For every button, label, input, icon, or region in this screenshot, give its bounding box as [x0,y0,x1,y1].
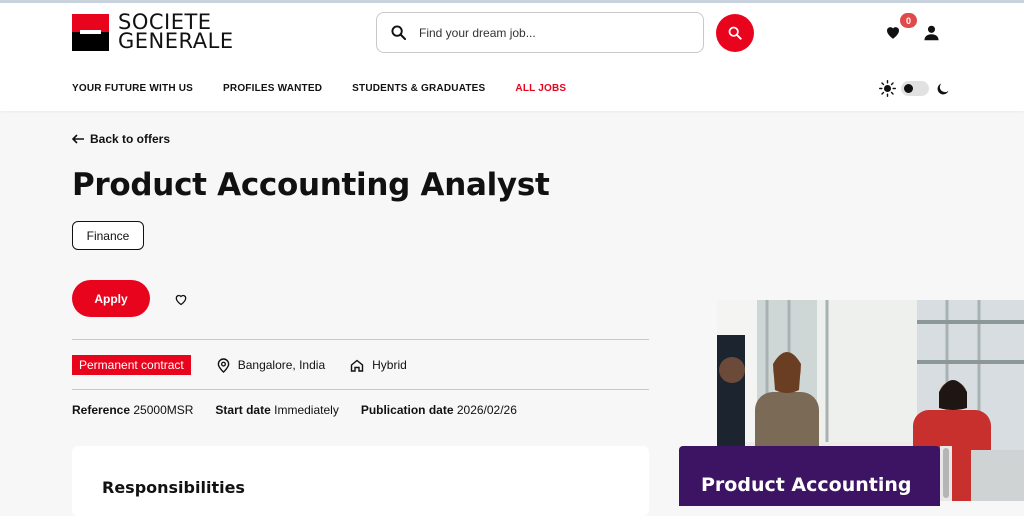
search-icon [728,26,742,40]
search-input[interactable] [419,25,679,40]
start-date: Start date Immediately [215,403,339,417]
back-to-offers-label: Back to offers [90,132,171,146]
nav-item-your-future[interactable]: YOUR FUTURE WITH US [72,83,193,94]
back-to-offers-link[interactable]: Back to offers [72,132,170,146]
brand-logo-mark [72,13,109,51]
nav-item-profiles-wanted[interactable]: PROFILES WANTED [223,83,322,94]
home-icon [350,359,364,372]
location-pin-icon [217,357,230,373]
work-mode: Hybrid [350,358,407,372]
promo-scrollbar[interactable] [940,446,952,501]
search-button[interactable] [716,14,754,52]
brand-logo-text: SOCIETE GENERALE [118,10,234,53]
promo-card: Product Accounting [679,446,940,506]
publication-date: Publication date 2026/02/26 [360,403,517,417]
nav-item-all-jobs[interactable]: ALL JOBS [515,83,566,94]
user-icon[interactable] [923,24,940,41]
contract-badge: Permanent contract [72,355,191,375]
favorites-heart-icon[interactable] [884,23,902,41]
moon-icon [937,83,949,95]
location-text: Bangalore, India [237,358,326,372]
nav-item-students-graduates[interactable]: STUDENTS & GRADUATES [352,83,485,94]
arrow-left-icon [72,134,84,144]
responsibilities-card: Responsibilities [72,446,649,516]
brand-logo[interactable]: SOCIETE GENERALE [72,10,234,53]
apply-button[interactable]: Apply [72,280,150,317]
promo-title: Product Accounting [701,474,912,496]
theme-toggle[interactable] [901,81,929,96]
main-nav: YOUR FUTURE WITH US PROFILES WANTED STUD… [72,83,596,94]
job-details-line: Reference 25000MSR Start date Immediatel… [72,403,539,417]
site-header: SOCIETE GENERALE 0 YOUR FUTURE WITH US P… [0,0,1024,111]
category-tag[interactable]: Finance [72,221,144,250]
responsibilities-heading: Responsibilities [102,478,245,497]
favorites-count-badge: 0 [900,13,917,28]
work-mode-text: Hybrid [372,358,407,372]
page-title: Product Accounting Analyst [72,167,550,203]
divider [72,339,649,340]
reference: Reference 25000MSR [72,403,194,417]
theme-switcher [879,80,951,97]
location: Bangalore, India [217,357,326,373]
search-icon [391,25,406,40]
divider [72,389,649,390]
search-field[interactable] [376,12,704,53]
job-meta: Permanent contract Bangalore, India Hybr… [72,355,407,375]
save-job-heart-icon[interactable] [173,292,189,307]
sun-icon [879,80,896,97]
